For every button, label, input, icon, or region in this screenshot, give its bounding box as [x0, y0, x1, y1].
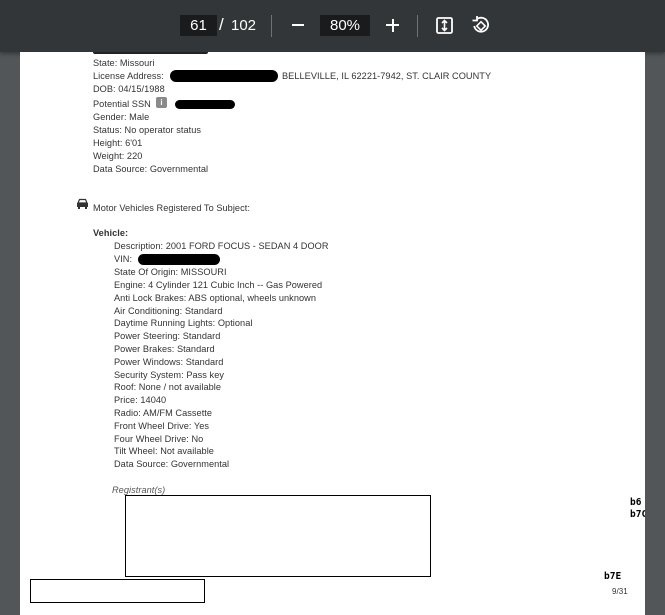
vehicle-detail: Air Conditioning: Standard: [114, 306, 223, 316]
status-line: Status: No operator status: [93, 125, 202, 135]
zoom-level-input[interactable]: 80%: [320, 15, 370, 36]
pdf-toolbar: 61 / 102 80%: [0, 0, 665, 52]
fit-page-button[interactable]: [435, 16, 455, 36]
data-source-line: Data Source: Governmental: [93, 164, 209, 174]
gender-line: Gender: Male: [93, 112, 150, 122]
rotate-button[interactable]: [471, 15, 491, 35]
redacted-registrants-box: [125, 495, 431, 577]
exemption-code: b6: [630, 497, 642, 508]
cropped-text-line: [93, 52, 208, 54]
vehicles-heading: Motor Vehicles Registered To Subject:: [93, 203, 250, 213]
vehicle-detail: Tilt Wheel: Not available: [114, 446, 214, 456]
rotate-icon: [472, 16, 489, 33]
vehicle-detail: Engine: 4 Cylinder 121 Cubic Inch -- Gas…: [114, 280, 323, 290]
state-line: State: Missouri: [93, 58, 155, 68]
redaction-mark: [170, 70, 278, 82]
exemption-code: b7C: [630, 509, 645, 520]
pdf-page: State: Missouri License Address: BELLEVI…: [20, 52, 645, 615]
vehicle-detail: Four Wheel Drive: No: [114, 434, 204, 444]
weight-line: Weight: 220: [93, 151, 143, 161]
vin-label: VIN:: [114, 254, 133, 264]
car-icon: [77, 198, 88, 209]
current-page-input[interactable]: 61: [180, 15, 217, 36]
page-separator: /: [219, 15, 224, 34]
vehicle-detail: Front Wheel Drive: Yes: [114, 421, 210, 431]
vehicle-detail: Radio: AM/FM Cassette: [114, 408, 213, 418]
zoom-out-button[interactable]: [288, 14, 308, 36]
license-address-label: License Address:: [93, 71, 164, 81]
redacted-box: [30, 579, 205, 603]
page-footer: 9/31: [612, 587, 628, 596]
vehicle-detail: State Of Origin: MISSOURI: [114, 267, 227, 277]
ssn-label: Potential SSN: [93, 99, 151, 109]
toolbar-divider: [271, 15, 272, 37]
exemption-code: b7E: [604, 571, 622, 582]
vehicle-detail: Power Windows: Standard: [114, 357, 224, 367]
dob-line: DOB: 04/15/1988: [93, 84, 165, 94]
info-icon: i: [156, 97, 167, 108]
toolbar-divider: [417, 15, 418, 37]
vehicle-detail: Security System: Pass key: [114, 370, 225, 380]
license-address-value: BELLEVILLE, IL 62221-7942, ST. CLAIR COU…: [282, 71, 492, 81]
redaction-mark: [138, 254, 220, 265]
vehicle-detail: Daytime Running Lights: Optional: [114, 318, 253, 328]
redaction-mark: [175, 100, 235, 109]
vehicle-label: Vehicle:: [93, 228, 129, 238]
vehicle-detail: Anti Lock Brakes: ABS optional, wheels u…: [114, 293, 316, 303]
vehicle-detail: Data Source: Governmental: [114, 459, 230, 469]
vehicle-detail: Roof: None / not available: [114, 382, 222, 392]
vehicle-description: Description: 2001 FORD FOCUS - SEDAN 4 D…: [114, 241, 329, 251]
fit-page-icon: [436, 17, 453, 34]
vehicle-detail: Price: 14040: [114, 395, 167, 405]
vehicle-detail: Power Steering: Standard: [114, 331, 221, 341]
total-pages: 102: [231, 17, 257, 34]
zoom-in-button[interactable]: [382, 14, 402, 36]
height-line: Height: 6'01: [93, 138, 143, 148]
vehicle-detail: Power Brakes: Standard: [114, 344, 215, 354]
